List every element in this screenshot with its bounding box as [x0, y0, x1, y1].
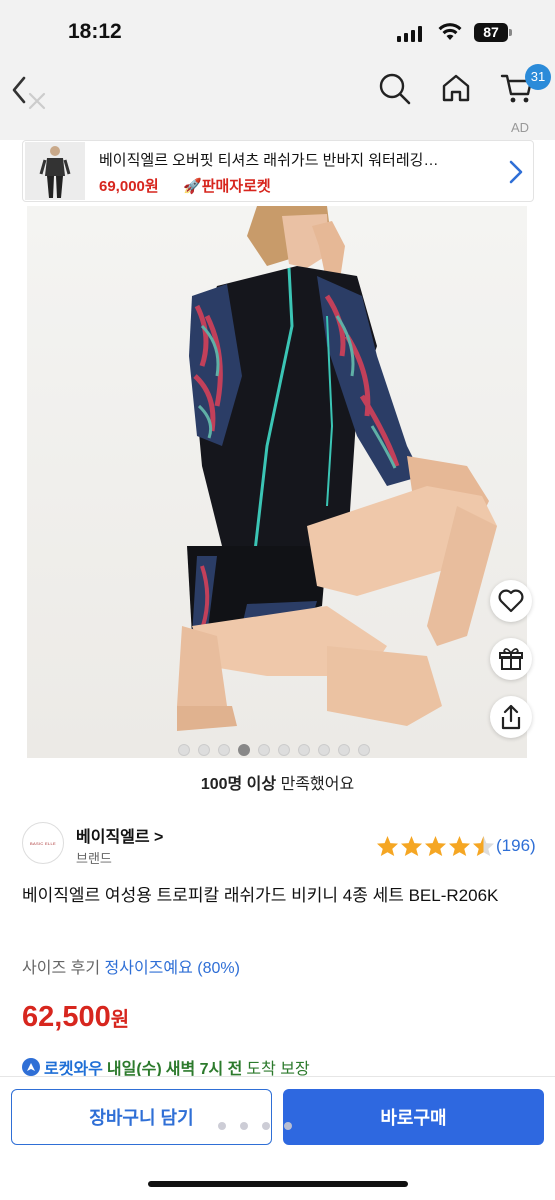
product-title: 베이직엘르 여성용 트로피칼 래쉬가드 비키니 4종 세트 BEL-R206K — [22, 886, 499, 905]
size-review-percent: (80%) — [197, 960, 240, 977]
gallery-dot[interactable] — [218, 744, 230, 756]
home-icon[interactable] — [440, 72, 472, 104]
brand-logo[interactable]: BASIC ELLE — [22, 822, 64, 864]
ad-banner[interactable]: 베이직엘르 오버핏 티셔츠 래쉬가드 반바지 워터레깅… 69,000원 🚀판매… — [22, 140, 534, 202]
rocket-icon: 🚀 — [183, 178, 202, 195]
buy-now-button[interactable]: 바로구매 — [283, 1089, 544, 1145]
cart-count-badge: 31 — [525, 64, 551, 90]
gallery-dot[interactable] — [338, 744, 350, 756]
gallery-dot[interactable] — [178, 744, 190, 756]
ad-title: 베이직엘르 오버핏 티셔츠 래쉬가드 반바지 워터레깅… — [99, 152, 439, 169]
star-icon — [424, 835, 447, 857]
gallery-dot[interactable] — [278, 744, 290, 756]
product-price: 62,500원 — [22, 1001, 129, 1034]
gallery-dot[interactable] — [258, 744, 270, 756]
star-icon — [400, 835, 423, 857]
gallery-dot[interactable] — [298, 744, 310, 756]
satisfaction-text: 100명 이상 만족했어요 — [0, 770, 555, 794]
share-icon — [501, 704, 521, 730]
chevron-right-icon[interactable] — [507, 159, 525, 185]
ad-badge-label: 판매자로켓 — [201, 178, 271, 195]
ad-label: AD — [511, 120, 530, 135]
wifi-icon — [438, 23, 462, 40]
status-bar: 18:12 87 — [0, 0, 555, 62]
add-to-cart-button[interactable]: 장바구니 담기 — [11, 1089, 272, 1145]
star-icon — [472, 835, 495, 857]
ad-seller-rocket-badge: 🚀판매자로켓 — [183, 175, 271, 196]
gallery-dot[interactable] — [358, 744, 370, 756]
screen: 18:12 87 31 AD 베이직엘르 오버핏 티셔츠 래쉬가드 반바지 워터… — [0, 0, 555, 1200]
gift-button[interactable] — [490, 638, 532, 680]
review-count-link[interactable]: (196) — [496, 836, 536, 856]
size-review[interactable]: 사이즈 후기 정사이즈예요 (80%) — [22, 954, 240, 978]
satisfaction-count: 100명 이상 — [200, 776, 277, 793]
heart-icon — [498, 589, 524, 613]
ad-thumbnail — [25, 142, 85, 200]
size-review-label: 사이즈 후기 — [22, 960, 101, 977]
page-indicator-dots — [218, 1122, 292, 1130]
gallery-dot[interactable] — [318, 744, 330, 756]
bottom-action-bar: 장바구니 담기 바로구매 — [0, 1076, 555, 1200]
star-icon — [448, 835, 471, 857]
product-photo — [27, 206, 527, 758]
gift-icon — [499, 648, 523, 670]
battery-tip — [509, 29, 512, 36]
battery-icon: 87 — [474, 23, 508, 42]
satisfaction-label: 만족했어요 — [276, 776, 355, 793]
wishlist-button[interactable] — [490, 580, 532, 622]
gallery-pagination[interactable] — [178, 744, 370, 756]
price-amount: 62,500 — [22, 1001, 111, 1033]
top-nav: 31 AD — [0, 62, 555, 140]
rocket-wow-icon — [22, 1058, 40, 1076]
brand-subtitle: 브랜드 — [76, 851, 112, 866]
gallery-dot[interactable] — [238, 744, 250, 756]
search-icon[interactable] — [378, 72, 412, 106]
home-indicator[interactable] — [148, 1181, 408, 1187]
star-icon — [376, 835, 399, 857]
ad-price: 69,000원 — [99, 178, 159, 195]
rating-stars[interactable] — [376, 835, 495, 857]
gallery-dot[interactable] — [198, 744, 210, 756]
size-review-value: 정사이즈예요 — [104, 960, 193, 977]
status-time: 18:12 — [68, 20, 122, 43]
product-image[interactable] — [27, 206, 527, 758]
share-button[interactable] — [490, 696, 532, 738]
brand-logo-text: BASIC ELLE — [30, 840, 56, 846]
back-icon[interactable] — [10, 72, 50, 112]
brand-link[interactable]: 베이직엘르 > — [76, 823, 163, 847]
signal-icon — [397, 26, 422, 42]
price-unit: 원 — [110, 1009, 130, 1031]
